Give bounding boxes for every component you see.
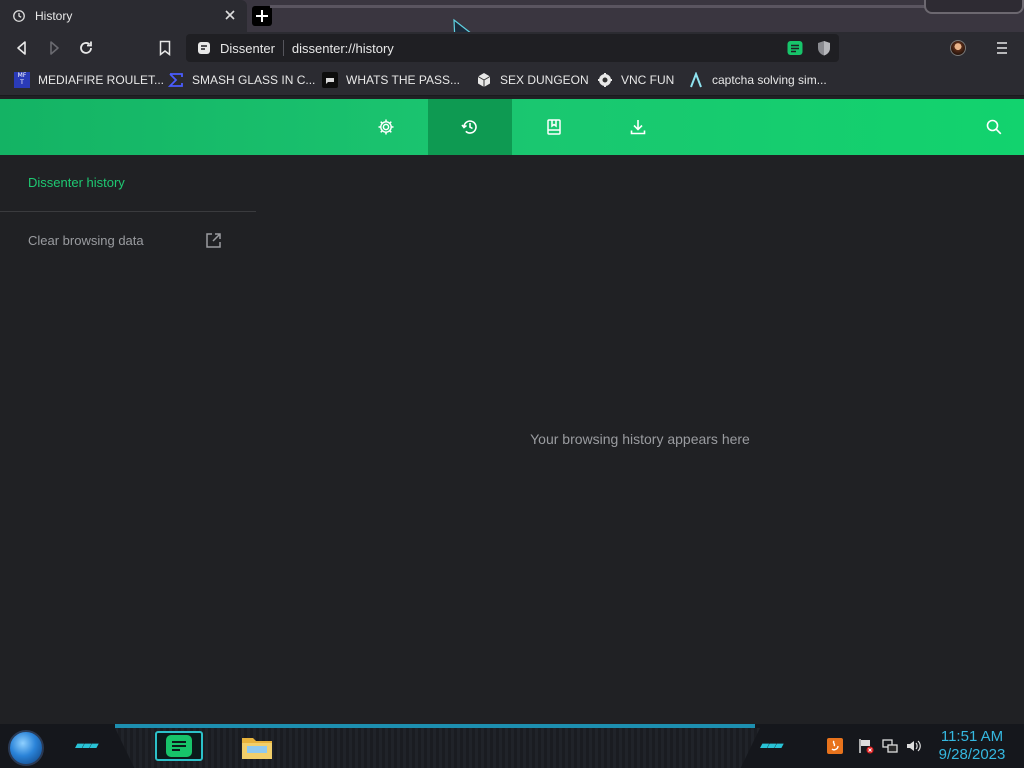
start-button[interactable] xyxy=(8,730,44,766)
dissenter-site-icon xyxy=(198,42,210,54)
taskbar-band xyxy=(115,728,760,768)
bookmark-icon[interactable] xyxy=(157,40,173,56)
bookmark-item[interactable]: MF T MEDIAFIRE ROULET... xyxy=(14,71,164,89)
taskbar-accent-strip xyxy=(115,724,755,728)
titlebar-decoration xyxy=(270,5,960,8)
external-link-icon[interactable] xyxy=(205,232,222,249)
clock-date: 9/28/2023 xyxy=(938,746,1006,763)
shield-icon[interactable] xyxy=(817,40,831,56)
chat-icon xyxy=(322,72,338,88)
bookmarks-bar: MF T MEDIAFIRE ROULET... SMASH GLASS IN C… xyxy=(0,64,1024,96)
chevron-right-icon: ▰▰▰ xyxy=(75,738,99,752)
bookmark-label: SEX DUNGEON xyxy=(500,73,589,87)
sidebar-divider xyxy=(0,211,256,212)
bookmark-label: WHATS THE PASS... xyxy=(346,73,461,87)
search-button[interactable] xyxy=(952,99,1024,155)
dissenter-comments-icon[interactable] xyxy=(787,40,803,56)
gear-globe-icon xyxy=(598,73,612,87)
tab-settings[interactable] xyxy=(344,99,428,155)
tab-history[interactable] xyxy=(428,99,512,155)
system-clock[interactable]: 11:51 AM 9/28/2023 xyxy=(932,728,1012,764)
file-explorer-icon[interactable] xyxy=(241,734,273,760)
history-page: Dissenter history Clear browsing data Yo… xyxy=(0,155,1024,724)
window-frame-decoration xyxy=(924,0,1024,14)
omnibox-actions xyxy=(787,40,831,56)
clock-time: 11:51 AM xyxy=(940,728,1004,745)
mediafire-icon: MF T xyxy=(14,72,30,88)
sidebar-item-dissenter-history[interactable]: Dissenter history xyxy=(28,175,125,190)
tab-history[interactable]: History xyxy=(0,0,247,32)
tab-title: History xyxy=(35,9,73,23)
bookmark-item[interactable]: VNC FUN xyxy=(597,71,674,89)
forward-icon[interactable] xyxy=(46,40,62,56)
tab-bookmarks[interactable] xyxy=(512,99,596,155)
tab-strip: History xyxy=(0,0,1024,32)
new-tab-button[interactable] xyxy=(252,6,272,26)
bookmark-item[interactable]: captcha solving sim... xyxy=(688,71,827,89)
lambda-icon xyxy=(690,72,702,88)
plus-icon xyxy=(256,10,268,22)
download-icon xyxy=(630,120,646,135)
bookmark-item[interactable]: WHATS THE PASS... xyxy=(322,71,460,89)
history-icon xyxy=(13,10,25,22)
omnibox-separator xyxy=(282,40,284,56)
cube-icon xyxy=(477,73,491,87)
sidebar-item-clear-browsing-data[interactable]: Clear browsing data xyxy=(28,233,144,248)
bookmark-item[interactable]: SMASH GLASS IN C... xyxy=(168,71,315,89)
reload-icon[interactable] xyxy=(78,40,94,56)
bookmark-label: VNC FUN xyxy=(621,73,675,87)
taskbar-app-dissenter[interactable] xyxy=(155,731,203,761)
gear-icon xyxy=(378,119,394,135)
history-header-nav xyxy=(0,99,1024,155)
volume-icon[interactable] xyxy=(905,738,921,754)
site-label: Dissenter xyxy=(220,40,275,56)
bookmark-label: captcha solving sim... xyxy=(712,73,827,87)
chevron-right-icon: ▰▰▰ xyxy=(760,738,784,752)
profile-avatar[interactable] xyxy=(950,40,966,56)
bookmark-item[interactable]: SEX DUNGEON xyxy=(476,71,589,89)
empty-history-message: Your browsing history appears here xyxy=(530,431,750,447)
book-icon xyxy=(547,119,561,135)
browser-toolbar: Dissenter dissenter://history xyxy=(0,32,1024,64)
sigma-icon xyxy=(168,73,183,87)
menu-icon[interactable] xyxy=(996,40,1008,56)
taskbar: ▰▰▰ ▰▰▰ 11:51 AM 9/28/2023 xyxy=(0,724,1024,768)
search-icon xyxy=(986,119,1002,135)
back-icon[interactable] xyxy=(14,40,30,56)
action-center-flag-icon[interactable] xyxy=(858,738,874,754)
dissenter-app-icon xyxy=(166,735,192,757)
bookmark-label: MEDIAFIRE ROULET... xyxy=(38,73,165,87)
bookmark-label: SMASH GLASS IN C... xyxy=(192,73,316,87)
java-update-icon[interactable] xyxy=(827,738,843,754)
address-bar[interactable]: Dissenter dissenter://history xyxy=(186,34,839,62)
url-text[interactable]: dissenter://history xyxy=(292,41,394,56)
tab-downloads[interactable] xyxy=(596,99,680,155)
network-icon[interactable] xyxy=(882,738,898,754)
close-icon[interactable] xyxy=(223,8,237,22)
history-icon xyxy=(461,120,477,134)
